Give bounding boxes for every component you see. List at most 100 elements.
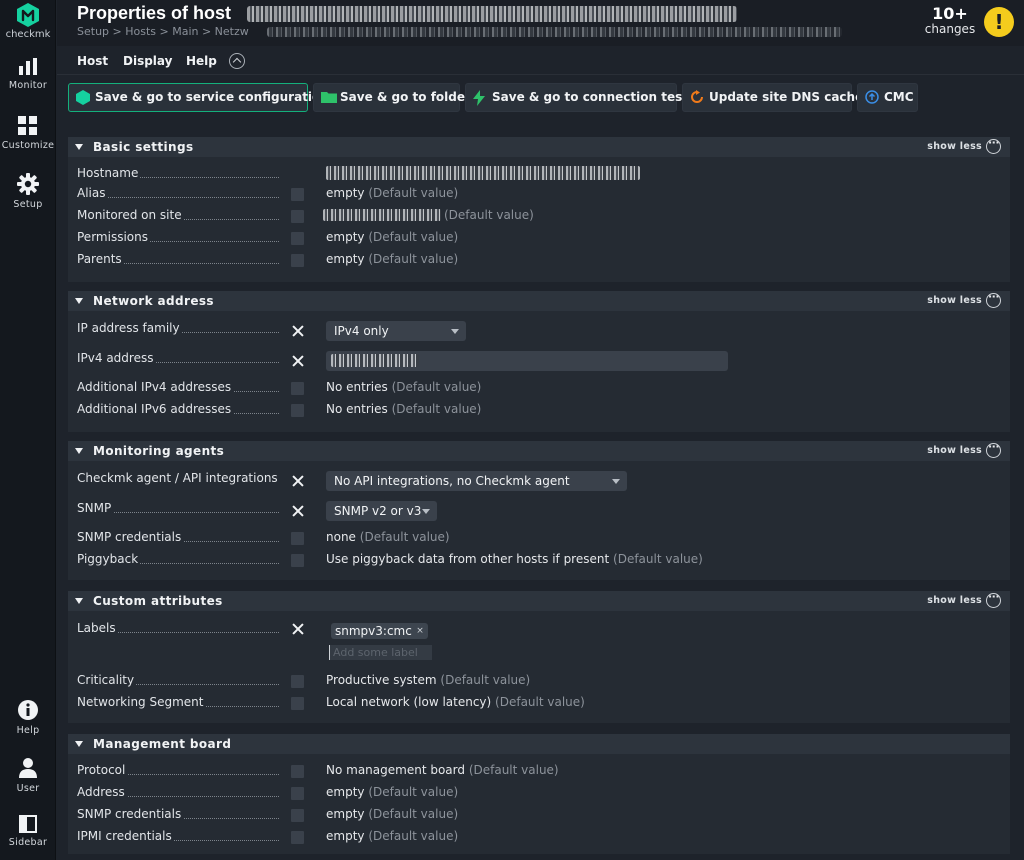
row-snmp: SNMP SNMP v2 or v3 xyxy=(68,501,1010,521)
redacted-site-value xyxy=(323,209,441,221)
setup-icon xyxy=(17,173,39,195)
show-less-link[interactable]: show less xyxy=(927,595,982,606)
labels-checkbox[interactable] xyxy=(291,623,304,636)
sidebar-item-sidebar[interactable]: Sidebar xyxy=(0,815,56,848)
refresh-icon xyxy=(691,90,703,103)
field-label: SNMP credentials xyxy=(77,530,279,546)
more-options-icon[interactable] xyxy=(986,136,1001,154)
field-label: SNMP xyxy=(77,501,279,517)
snmp-credentials-checkbox[interactable] xyxy=(291,532,304,545)
button-label: Save & go to folder xyxy=(340,90,471,104)
snmp-version-select[interactable]: SNMP v2 or v3 xyxy=(326,501,437,521)
criticality-checkbox[interactable] xyxy=(291,675,304,688)
site-checkbox[interactable] xyxy=(291,210,304,223)
row-networking-segment: Networking Segment Local network (low la… xyxy=(68,693,1010,713)
section-basic-settings: Basic settings show less Hostname Alias … xyxy=(68,136,1010,282)
sidebar-icon xyxy=(19,815,37,833)
show-less-link[interactable]: show less xyxy=(927,295,982,306)
field-label: SNMP credentials xyxy=(77,807,279,823)
show-less-link[interactable]: show less xyxy=(927,141,982,152)
page-title: Properties of host xyxy=(77,3,232,23)
field-label: IP address family xyxy=(77,321,279,337)
menu-help[interactable]: Help xyxy=(186,54,217,68)
help-icon xyxy=(18,700,38,720)
add-label-input[interactable]: Add some label xyxy=(329,645,432,660)
additional-ipv4-checkbox[interactable] xyxy=(291,382,304,395)
address-checkbox[interactable] xyxy=(291,787,304,800)
field-label: Protocol xyxy=(77,763,279,779)
button-label: Save & go to connection tests xyxy=(492,90,696,104)
ip-family-select[interactable]: IPv4 only xyxy=(326,321,466,341)
agent-type-select[interactable]: No API integrations, no Checkmk agent xyxy=(326,471,627,491)
row-ipv4-address: IPv4 address xyxy=(68,351,1010,371)
remove-tag-icon[interactable]: × xyxy=(416,623,424,639)
warning-icon[interactable]: ! xyxy=(984,7,1014,37)
breadcrumb[interactable]: Setup > Hosts > Main > Netzw xyxy=(77,25,249,38)
save-go-connection-tests-button[interactable]: Save & go to connection tests xyxy=(465,83,695,112)
sidebar-item-help[interactable]: Help xyxy=(0,699,56,736)
section-monitoring-agents: Monitoring agents show less Checkmk agen… xyxy=(68,440,1010,580)
permissions-checkbox[interactable] xyxy=(291,232,304,245)
section-header[interactable]: Network address show less xyxy=(68,290,1010,311)
row-mgmt-snmp-credentials: SNMP credentials empty (Default value) xyxy=(68,805,1010,825)
nav-label: User xyxy=(16,783,40,794)
checkmk-logo-icon xyxy=(17,3,39,27)
redacted-hostname xyxy=(247,6,737,22)
row-hostname: Hostname xyxy=(68,164,1010,184)
snmp-checkbox[interactable] xyxy=(291,505,304,518)
show-less-link[interactable]: show less xyxy=(927,445,982,456)
field-value: (Default value) xyxy=(444,208,534,222)
bolt-icon xyxy=(473,90,485,106)
caret-down-icon xyxy=(75,298,83,304)
more-options-icon[interactable] xyxy=(986,290,1001,308)
nav-label: Monitor xyxy=(8,80,48,91)
nav-label: Setup xyxy=(13,199,43,210)
menu-host[interactable]: Host xyxy=(77,54,108,68)
section-header[interactable]: Basic settings show less xyxy=(68,136,1010,157)
save-go-folder-button[interactable]: Save & go to folder xyxy=(313,83,471,112)
sidebar-item-setup[interactable]: Setup xyxy=(0,173,56,210)
row-alias: Alias empty (Default value) xyxy=(68,184,1010,204)
agent-checkbox[interactable] xyxy=(291,475,304,488)
caret-down-icon xyxy=(75,598,83,604)
more-options-icon[interactable] xyxy=(986,440,1001,458)
menu-display[interactable]: Display xyxy=(123,54,172,68)
field-label: IPMI credentials xyxy=(77,829,279,845)
section-header[interactable]: Custom attributes show less xyxy=(68,590,1010,611)
piggyback-checkbox[interactable] xyxy=(291,554,304,567)
additional-ipv6-checkbox[interactable] xyxy=(291,404,304,417)
parents-checkbox[interactable] xyxy=(291,254,304,267)
save-go-service-config-button[interactable]: Save & go to service configuration xyxy=(68,83,329,112)
row-parents: Parents empty (Default value) xyxy=(68,250,1010,270)
protocol-checkbox[interactable] xyxy=(291,765,304,778)
field-label: Criticality xyxy=(77,673,279,689)
section-header[interactable]: Management board xyxy=(68,734,1010,754)
update-dns-cache-button[interactable]: Update site DNS cache xyxy=(682,83,863,112)
field-label: Checkmk agent / API integrations xyxy=(77,471,279,485)
section-title: Management board xyxy=(93,737,232,751)
ipmi-checkbox[interactable] xyxy=(291,831,304,844)
ipv4-checkbox[interactable] xyxy=(291,355,304,368)
cmc-button[interactable]: CMC xyxy=(857,83,918,112)
user-icon xyxy=(19,758,37,778)
row-additional-ipv6: Additional IPv6 addresses No entries (De… xyxy=(68,400,1010,420)
alias-checkbox[interactable] xyxy=(291,188,304,201)
redacted-breadcrumb xyxy=(267,27,842,37)
collapse-menu-chevron-up-icon[interactable] xyxy=(229,53,245,69)
sidebar-item-customize[interactable]: Customize xyxy=(0,116,56,151)
networking-segment-checkbox[interactable] xyxy=(291,697,304,710)
section-header[interactable]: Monitoring agents show less xyxy=(68,440,1010,461)
monitor-icon xyxy=(19,58,37,75)
pending-changes[interactable]: 10+ changes xyxy=(922,4,978,36)
field-value: Productive system (Default value) xyxy=(326,673,531,687)
sidebar-item-user[interactable]: User xyxy=(0,757,56,794)
field-label: Parents xyxy=(77,252,279,268)
mgmt-snmp-checkbox[interactable] xyxy=(291,809,304,822)
checkmk-logo[interactable]: checkmk xyxy=(0,0,56,46)
ip-family-checkbox[interactable] xyxy=(291,325,304,338)
field-label: Monitored on site xyxy=(77,208,279,224)
more-options-icon[interactable] xyxy=(986,590,1001,608)
changes-count: 10+ xyxy=(932,4,968,23)
sidebar-item-monitor[interactable]: Monitor xyxy=(0,58,56,91)
label-tag[interactable]: snmpv3:cmc × xyxy=(331,623,428,639)
